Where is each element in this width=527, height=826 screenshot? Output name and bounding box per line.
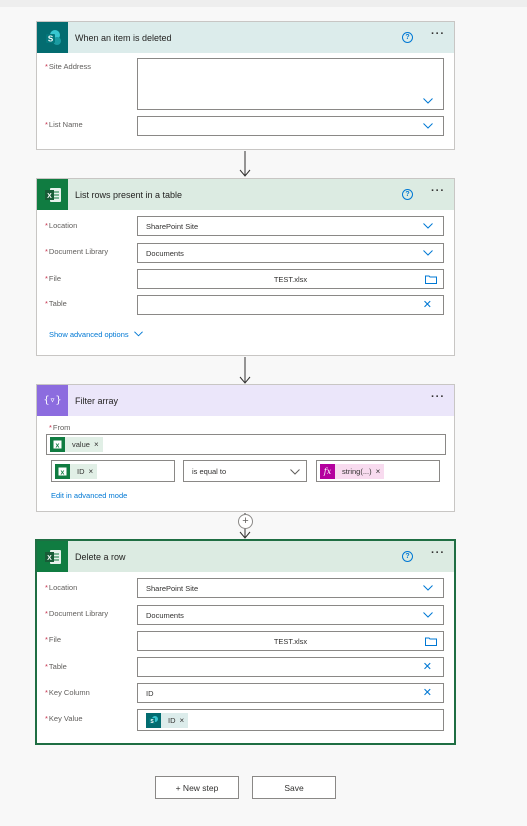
help-icon[interactable]: ? bbox=[402, 32, 413, 43]
list-rows-header[interactable]: X List rows present in a table ? ··· bbox=[37, 179, 454, 210]
remove-token-icon[interactable]: × bbox=[94, 440, 103, 449]
list-name-label: *List Name bbox=[45, 120, 83, 129]
sharepoint-icon: S bbox=[146, 712, 161, 728]
location-dropdown[interactable]: SharePoint Site bbox=[137, 216, 444, 236]
sharepoint-icon: S bbox=[37, 22, 68, 53]
site-address-input[interactable] bbox=[137, 58, 444, 110]
remove-token-icon[interactable]: × bbox=[89, 467, 98, 476]
expression-token[interactable]: fx string(...) × bbox=[320, 463, 385, 479]
location-label: *Location bbox=[45, 583, 78, 592]
document-library-label: *Document Library bbox=[45, 609, 109, 618]
operator-dropdown[interactable]: is equal to bbox=[183, 460, 307, 482]
value-token[interactable]: x value × bbox=[50, 437, 103, 452]
condition-left-input[interactable]: x ID × bbox=[51, 460, 175, 482]
site-address-label: *Site Address bbox=[45, 62, 92, 71]
filter-array-card: {▿} Filter array ··· *From x value × x I… bbox=[36, 384, 455, 512]
trigger-card: S When an item is deleted ? ··· *Site Ad… bbox=[36, 21, 455, 150]
location-label: *Location bbox=[45, 221, 78, 230]
file-label: *File bbox=[45, 635, 62, 644]
id-token[interactable]: S ID × bbox=[146, 712, 189, 728]
filter-array-title: Filter array bbox=[75, 395, 119, 406]
key-column-label: *Key Column bbox=[45, 688, 90, 697]
excel-icon: X bbox=[37, 179, 68, 210]
key-value-label: *Key Value bbox=[45, 714, 83, 723]
save-button[interactable]: Save bbox=[252, 776, 336, 799]
list-name-dropdown[interactable] bbox=[137, 116, 444, 136]
excel-icon: x bbox=[50, 437, 65, 452]
svg-text:S: S bbox=[47, 34, 53, 43]
more-options-icon[interactable]: ··· bbox=[431, 391, 445, 403]
clear-icon[interactable]: ✕ bbox=[423, 300, 432, 311]
location-dropdown[interactable]: SharePoint Site bbox=[137, 578, 444, 598]
key-value-input[interactable]: S ID × bbox=[137, 709, 444, 731]
file-input[interactable]: TEST.xlsx bbox=[137, 269, 444, 289]
file-label: *File bbox=[45, 274, 62, 283]
condition-right-input[interactable]: fx string(...) × bbox=[316, 460, 440, 482]
table-input[interactable]: ✕ bbox=[137, 657, 444, 677]
document-library-dropdown[interactable]: Documents bbox=[137, 243, 444, 263]
insert-step-button[interactable]: + bbox=[238, 514, 253, 529]
top-bar bbox=[0, 0, 527, 7]
fx-icon: fx bbox=[320, 463, 335, 479]
table-label: *Table bbox=[45, 299, 67, 308]
filter-array-header[interactable]: {▿} Filter array ··· bbox=[37, 385, 454, 416]
folder-icon[interactable] bbox=[425, 275, 437, 284]
chevron-down-icon[interactable] bbox=[423, 584, 433, 592]
chevron-down-icon[interactable] bbox=[290, 468, 300, 476]
remove-token-icon[interactable]: × bbox=[180, 716, 189, 725]
trigger-title: When an item is deleted bbox=[75, 32, 172, 43]
svg-text:X: X bbox=[47, 193, 52, 200]
delete-row-header[interactable]: X Delete a row ? ··· bbox=[37, 541, 454, 572]
svg-text:x: x bbox=[61, 469, 65, 476]
chevron-down-icon[interactable] bbox=[423, 122, 433, 130]
edit-advanced-mode-link[interactable]: Edit in advanced mode bbox=[51, 491, 127, 500]
more-options-icon[interactable]: ··· bbox=[431, 547, 445, 559]
chevron-down-icon[interactable] bbox=[423, 97, 433, 105]
chevron-down-icon[interactable] bbox=[423, 222, 433, 230]
remove-token-icon[interactable]: × bbox=[376, 467, 385, 476]
chevron-down-icon[interactable] bbox=[423, 611, 433, 619]
document-library-dropdown[interactable]: Documents bbox=[137, 605, 444, 625]
new-step-button[interactable]: + New step bbox=[155, 776, 239, 799]
show-advanced-options-link[interactable]: Show advanced options bbox=[49, 330, 143, 339]
id-token[interactable]: x ID × bbox=[55, 463, 98, 479]
from-input[interactable]: x value × bbox=[46, 434, 446, 455]
filter-icon: {▿} bbox=[37, 385, 68, 416]
svg-text:X: X bbox=[47, 555, 52, 562]
connector-arrow-icon bbox=[239, 151, 251, 177]
svg-text:x: x bbox=[56, 443, 60, 450]
chevron-down-icon[interactable] bbox=[423, 249, 433, 257]
chevron-down-icon bbox=[133, 331, 143, 337]
clear-icon[interactable]: ✕ bbox=[423, 662, 432, 673]
from-label: *From bbox=[49, 423, 71, 432]
help-icon[interactable]: ? bbox=[402, 189, 413, 200]
more-options-icon[interactable]: ··· bbox=[431, 28, 445, 40]
file-input[interactable]: TEST.xlsx bbox=[137, 631, 444, 651]
delete-row-card: X Delete a row ? ··· *Location SharePoin… bbox=[36, 540, 455, 744]
table-label: *Table bbox=[45, 662, 67, 671]
excel-icon: X bbox=[37, 541, 68, 572]
trigger-header[interactable]: S When an item is deleted ? ··· bbox=[37, 22, 454, 53]
more-options-icon[interactable]: ··· bbox=[431, 185, 445, 197]
delete-row-title: Delete a row bbox=[75, 551, 126, 562]
excel-icon: x bbox=[55, 463, 70, 479]
folder-icon[interactable] bbox=[425, 637, 437, 646]
table-input[interactable]: ✕ bbox=[137, 295, 444, 315]
document-library-label: *Document Library bbox=[45, 247, 109, 256]
list-rows-title: List rows present in a table bbox=[75, 189, 183, 200]
key-column-input[interactable]: ID ✕ bbox=[137, 683, 444, 703]
connector-arrow-icon bbox=[239, 531, 251, 539]
list-rows-card: X List rows present in a table ? ··· *Lo… bbox=[36, 178, 455, 356]
clear-icon[interactable]: ✕ bbox=[423, 688, 432, 699]
help-icon[interactable]: ? bbox=[402, 551, 413, 562]
connector-arrow-icon bbox=[239, 357, 251, 384]
